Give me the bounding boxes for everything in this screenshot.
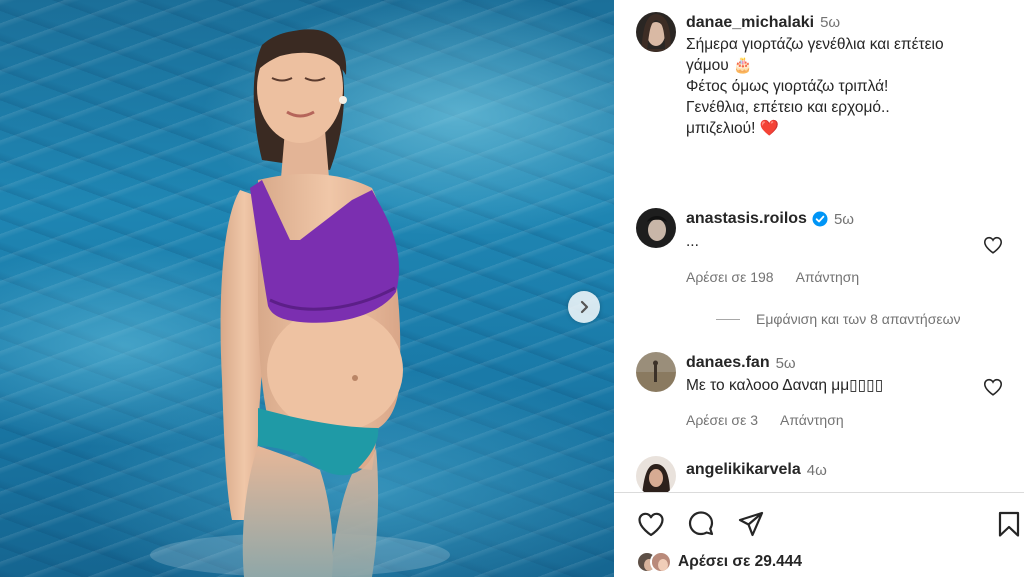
comment-meta: Αρέσει σε 198 Απάντηση — [686, 269, 881, 285]
verified-badge-icon — [812, 211, 828, 227]
comment-like-icon[interactable] — [982, 234, 1004, 256]
woman-in-pool-image — [150, 29, 450, 577]
comment-item: anastasis.roilos 5ω ... — [686, 210, 986, 252]
replies-divider — [716, 318, 740, 320]
author-avatar[interactable] — [636, 12, 676, 52]
post-photo[interactable] — [0, 0, 614, 577]
commenter-avatar[interactable] — [636, 208, 676, 248]
caption-line: Σήμερα γιορτάζω γενέθλια και επέτειο — [686, 36, 944, 53]
likes-summary[interactable]: Αρέσει σε 29.444 — [636, 551, 802, 573]
view-replies-label: Εμφάνιση και των 8 απαντήσεων — [756, 311, 961, 327]
reply-button[interactable]: Απάντηση — [780, 412, 844, 428]
view-replies-button[interactable]: Εμφάνιση και των 8 απαντήσεων — [716, 311, 961, 327]
heart-icon[interactable] — [636, 509, 666, 539]
avatar-image — [652, 553, 670, 571]
author-username[interactable]: danae_michalaki — [686, 14, 814, 32]
commenter-avatar[interactable] — [636, 352, 676, 392]
avatar-image — [636, 456, 676, 496]
post-time[interactable]: 5ω — [820, 14, 840, 31]
comment-likes-count[interactable]: Αρέσει σε 3 — [686, 412, 758, 428]
bookmark-icon[interactable] — [994, 509, 1024, 539]
reply-button[interactable]: Απάντηση — [796, 269, 860, 285]
next-photo-button[interactable] — [568, 291, 600, 323]
comment-username[interactable]: angelikikarvela — [686, 461, 801, 479]
likes-count[interactable]: Αρέσει σε 29.444 — [678, 553, 802, 571]
comment-likes-count[interactable]: Αρέσει σε 198 — [686, 269, 774, 285]
send-icon[interactable] — [736, 509, 766, 539]
avatar-image — [636, 208, 676, 248]
comment-time[interactable]: 4ω — [807, 462, 827, 479]
commenter-avatar[interactable] — [636, 456, 676, 496]
caption-line: Γενέθλια, επέτειο και ερχομό.. — [686, 99, 890, 116]
caption-line: Φέτος όμως γιορτάζω τριπλά! — [686, 78, 889, 95]
comment-time[interactable]: 5ω — [834, 211, 854, 228]
liker-avatar — [650, 551, 672, 573]
comment-like-icon[interactable] — [982, 376, 1004, 398]
comment-item: danaes.fan 5ω Με το καλοοο Δαναη μμ▯▯▯▯ — [686, 354, 986, 396]
comment-username[interactable]: danaes.fan — [686, 354, 770, 372]
comment-text: ... — [686, 233, 699, 250]
avatar-image — [636, 12, 676, 52]
post-caption: danae_michalaki 5ω Σήμερα γιορτάζω γενέθ… — [686, 14, 1006, 139]
comment-time[interactable]: 5ω — [776, 355, 796, 372]
post-actions-bar: Αρέσει σε 29.444 — [614, 493, 1024, 577]
comment-text: Με το καλοοο Δαναη μμ▯▯▯▯ — [686, 377, 884, 394]
comment-item: angelikikarvela 4ω — [686, 461, 986, 479]
caption-line: μπιζελιού! ❤️ — [686, 120, 780, 137]
caption-line: γάμου 🎂 — [686, 57, 753, 74]
comment-icon[interactable] — [686, 509, 716, 539]
comment-username[interactable]: anastasis.roilos — [686, 210, 807, 228]
chevron-right-icon — [580, 300, 589, 314]
avatar-image — [636, 352, 676, 392]
comment-meta: Αρέσει σε 3 Απάντηση — [686, 412, 866, 428]
